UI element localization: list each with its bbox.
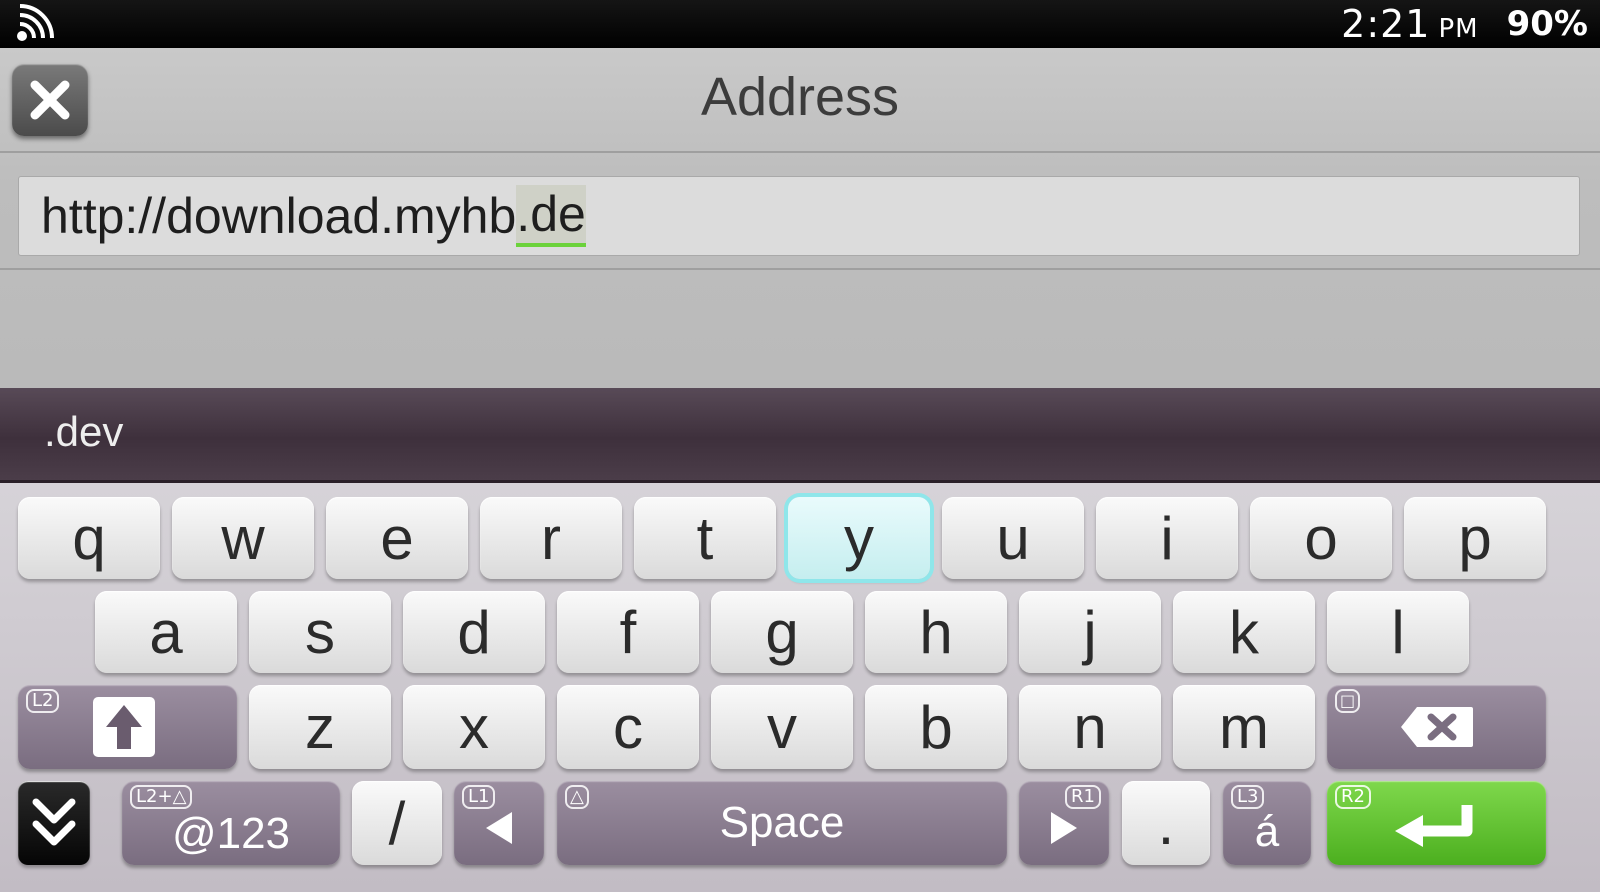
key-h[interactable]: h — [865, 591, 1007, 673]
shift-key[interactable]: L2 — [18, 685, 237, 769]
key-r[interactable]: r — [480, 497, 622, 579]
accent-hint: L3 — [1231, 785, 1265, 809]
enter-key[interactable]: R2 — [1327, 781, 1546, 865]
key-n[interactable]: n — [1019, 685, 1161, 769]
key-d[interactable]: d — [403, 591, 545, 673]
clock: 2:21 PM — [1341, 2, 1479, 46]
key-period[interactable]: . — [1122, 781, 1210, 865]
space-label: Space — [719, 798, 845, 847]
key-f[interactable]: f — [557, 591, 699, 673]
key-v[interactable]: v — [711, 685, 853, 769]
key-s[interactable]: s — [249, 591, 391, 673]
key-k[interactable]: k — [1173, 591, 1315, 673]
key-u[interactable]: u — [942, 497, 1084, 579]
key-b[interactable]: b — [865, 685, 1007, 769]
address-text: http://download.myhb — [41, 188, 517, 244]
cursor-right-hint: R1 — [1065, 785, 1101, 809]
cursor-right-icon — [1051, 812, 1077, 844]
accent-label: á — [1254, 807, 1280, 856]
space-hint: △ — [565, 785, 589, 809]
backspace-key[interactable]: □ — [1327, 685, 1546, 769]
numbers-label: @123 — [171, 809, 291, 858]
key-e[interactable]: e — [326, 497, 468, 579]
key-p[interactable]: p — [1404, 497, 1546, 579]
key-o[interactable]: o — [1250, 497, 1392, 579]
key-x[interactable]: x — [403, 685, 545, 769]
cursor-left-icon — [486, 812, 512, 844]
numbers-symbols-key[interactable]: L2+△ @123 — [122, 781, 340, 865]
address-input[interactable]: http://download.myhb .de — [18, 176, 1580, 256]
cursor-left-key[interactable]: L1 — [454, 781, 544, 865]
key-l[interactable]: l — [1327, 591, 1469, 673]
key-slash[interactable]: / — [352, 781, 442, 865]
address-dialog: Address http://download.myhb .de — [0, 48, 1600, 388]
status-bar: 2:21 PM 90% — [0, 0, 1600, 48]
dialog-title: Address — [700, 67, 900, 127]
suggestion-item[interactable]: .dev — [44, 408, 123, 456]
hide-keyboard-key[interactable] — [18, 781, 90, 865]
wifi-icon — [17, 4, 54, 41]
key-y[interactable]: y — [788, 497, 930, 579]
enter-hint: R2 — [1335, 785, 1371, 809]
shift-hint: L2 — [26, 689, 60, 713]
cursor-left-hint: L1 — [462, 785, 496, 809]
key-m[interactable]: m — [1173, 685, 1315, 769]
shift-arrow-icon — [105, 705, 142, 749]
accent-key[interactable]: L3 á — [1223, 781, 1311, 865]
cursor-right-key[interactable]: R1 — [1019, 781, 1109, 865]
suggestion-bar: .dev — [0, 388, 1600, 483]
battery-level: 90% — [1506, 4, 1588, 44]
key-q[interactable]: q — [18, 497, 160, 579]
divider — [0, 151, 1600, 153]
numbers-hint: L2+△ — [130, 785, 193, 809]
divider — [0, 268, 1600, 270]
key-t[interactable]: t — [634, 497, 776, 579]
key-c[interactable]: c — [557, 685, 699, 769]
key-i[interactable]: i — [1096, 497, 1238, 579]
chevron-down-icon — [32, 798, 76, 846]
key-a[interactable]: a — [95, 591, 237, 673]
shift-icon-box — [92, 697, 155, 757]
key-z[interactable]: z — [249, 685, 391, 769]
key-j[interactable]: j — [1019, 591, 1161, 673]
key-w[interactable]: w — [172, 497, 314, 579]
enter-icon — [1394, 805, 1472, 847]
address-selected-suffix: .de — [516, 185, 586, 247]
space-key[interactable]: △ Space — [557, 781, 1007, 865]
backspace-icon — [1400, 707, 1473, 747]
on-screen-keyboard: q w e r t y u i o p a s d f g h j k l L2… — [0, 483, 1600, 892]
key-g[interactable]: g — [711, 591, 853, 673]
backspace-hint: □ — [1335, 689, 1361, 713]
